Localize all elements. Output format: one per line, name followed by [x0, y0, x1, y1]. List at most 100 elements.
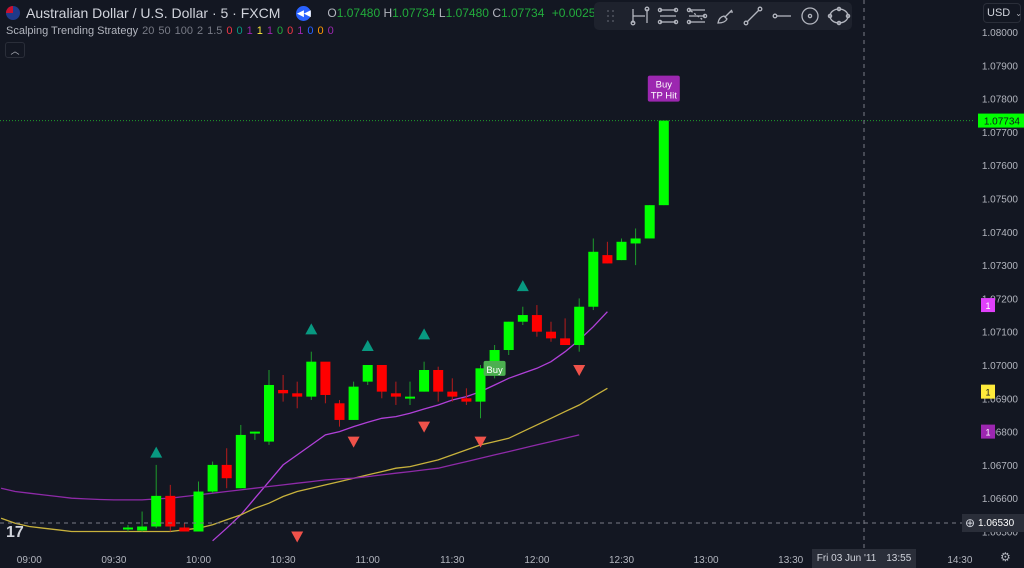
- replay-icon[interactable]: ◀◀: [296, 5, 312, 21]
- crosshair-date: Fri 03 Jun '11: [816, 553, 877, 564]
- candle-body: [193, 491, 204, 532]
- candle-body: [447, 391, 458, 397]
- indicator-name[interactable]: Scalping Trending Strategy: [6, 25, 138, 37]
- candle-body: [531, 315, 542, 332]
- x-tick-label: 12:00: [524, 555, 549, 566]
- x-tick-label: 10:30: [271, 555, 296, 566]
- trend-line-icon[interactable]: [740, 4, 766, 28]
- add-alert-icon[interactable]: ⊕: [962, 516, 978, 530]
- indicator-param: 20: [142, 25, 155, 37]
- high-label: H: [383, 6, 393, 20]
- open-label: O: [327, 6, 337, 20]
- candle-body: [306, 361, 317, 397]
- close-label: C: [492, 6, 501, 20]
- candle-body: [376, 365, 387, 392]
- candle-body: [207, 464, 218, 492]
- collapse-legend-button[interactable]: ︿: [5, 42, 25, 58]
- y-tick-label: 1.07600: [982, 161, 1019, 172]
- x-tick-label: 14:30: [947, 555, 972, 566]
- candle-body: [123, 527, 133, 530]
- candle-body: [362, 365, 373, 382]
- candle-body: [334, 403, 345, 420]
- indicator-value: 1: [266, 25, 273, 37]
- x-tick-label: 11:00: [356, 555, 381, 566]
- candle-body: [602, 255, 613, 264]
- aud-usd-flag-icon: [6, 6, 20, 20]
- candle-body: [249, 431, 260, 434]
- chart-settings-icon[interactable]: ⚙: [1000, 550, 1011, 564]
- tradingview-logo[interactable]: 17: [6, 524, 24, 542]
- candle-body: [151, 495, 162, 527]
- candle: [348, 381, 359, 420]
- candle-body: [461, 398, 472, 402]
- candle-body: [264, 384, 274, 442]
- y-tick-label: 1.07100: [982, 328, 1019, 339]
- currency-dropdown[interactable]: USD ⌄: [983, 3, 1022, 23]
- crosshair-time-label: Fri 03 Jun '11 13:55: [812, 549, 916, 568]
- x-tick-label: 09:00: [17, 555, 42, 566]
- regression-trend-icon[interactable]: [683, 4, 709, 28]
- candle-body: [616, 241, 627, 261]
- indicator-value: 1: [246, 25, 253, 37]
- candle-body: [221, 464, 232, 479]
- candle-body: [433, 369, 444, 392]
- y-tick-label: 1.06700: [982, 461, 1019, 472]
- label-text: Buy: [486, 365, 503, 376]
- indicator-param: 1.5: [207, 25, 223, 37]
- candle-body: [179, 527, 190, 532]
- open-value: 1.07480: [336, 6, 381, 20]
- indicator-value: 0: [236, 25, 243, 37]
- parallel-channel-icon[interactable]: [655, 4, 681, 28]
- chevron-down-icon: ⌄: [1015, 8, 1022, 18]
- candle-body: [560, 338, 571, 346]
- symbol-title[interactable]: Australian Dollar / U.S. Dollar · 5 · FX…: [26, 5, 280, 21]
- series-value-badge-text: 1: [985, 388, 990, 398]
- y-tick-label: 1.07800: [982, 95, 1019, 106]
- candle-body: [546, 331, 556, 339]
- x-tick-label: 09:30: [101, 555, 126, 566]
- x-tick-label: 11:30: [440, 555, 465, 566]
- series-value-badge-text: 1: [985, 301, 990, 311]
- candle-body: [630, 238, 641, 244]
- candle: [207, 461, 218, 494]
- indicator-param: 2: [196, 25, 204, 37]
- x-tick-label: 13:30: [778, 555, 803, 566]
- candle-body: [235, 434, 246, 489]
- ellipse-icon[interactable]: [826, 4, 852, 28]
- candle: [644, 205, 655, 239]
- indicator-value: 0: [277, 25, 284, 37]
- label-text: Buy: [656, 80, 673, 91]
- y-tick-label: 1.07900: [982, 61, 1019, 72]
- crosshair-price-label: ⊕ 1.06530: [962, 514, 1024, 532]
- currency-label: USD: [987, 7, 1011, 19]
- candle-body: [644, 205, 655, 239]
- candle-body: [320, 361, 331, 395]
- chevron-up-icon: ︿: [10, 45, 20, 56]
- candle-body: [517, 315, 528, 322]
- y-tick-label: 1.07400: [982, 228, 1019, 239]
- candle-body: [419, 369, 430, 392]
- indicator-param: 50: [158, 25, 171, 37]
- y-tick-label: 1.08000: [982, 28, 1019, 39]
- candle-body: [390, 393, 401, 397]
- circle-icon[interactable]: [797, 4, 823, 28]
- brush-icon[interactable]: [712, 4, 738, 28]
- chart-legend: Australian Dollar / U.S. Dollar · 5 · FX…: [6, 4, 654, 37]
- indicator-value: 0: [307, 25, 314, 37]
- candle-body: [278, 389, 289, 394]
- label-text: TP Hit: [651, 91, 678, 102]
- y-tick-label: 1.07000: [982, 361, 1019, 372]
- low-value: 1.07480: [445, 6, 489, 20]
- drag-handle-icon[interactable]: [598, 4, 624, 28]
- indicator-value: 0: [317, 25, 324, 37]
- horizontal-ray-icon[interactable]: [769, 4, 795, 28]
- date-price-range-icon[interactable]: [626, 4, 652, 28]
- indicator-param: 100: [174, 25, 193, 37]
- x-tick-label: 13:00: [694, 555, 719, 566]
- price-chart[interactable]: BuyBuyTP Hit 1.080001.079001.078001.0770…: [0, 0, 1024, 568]
- crosshair-clock: 13:55: [886, 553, 912, 564]
- low-label: L: [438, 6, 446, 20]
- y-tick-label: 1.07300: [982, 261, 1019, 272]
- indicator-legend[interactable]: Scalping Trending Strategy 20 50 100 2 1.5 0 0…: [6, 25, 654, 37]
- buy-label: Buy: [483, 360, 506, 376]
